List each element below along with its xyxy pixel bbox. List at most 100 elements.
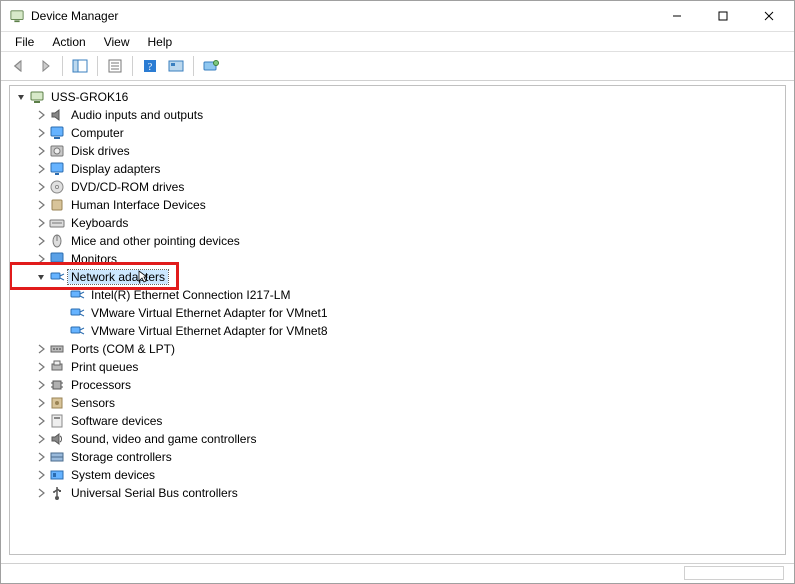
window-title: Device Manager [31, 9, 654, 23]
network-icon [69, 287, 85, 303]
chevron-right-icon[interactable] [34, 342, 48, 356]
network-icon [69, 323, 85, 339]
status-grip [684, 566, 784, 580]
cd-icon [49, 179, 65, 195]
mouse-icon [49, 233, 65, 249]
chevron-right-icon[interactable] [34, 234, 48, 248]
tree-item-label: VMware Virtual Ethernet Adapter for VMne… [88, 306, 331, 320]
chevron-right-icon[interactable] [34, 486, 48, 500]
menu-action[interactable]: Action [44, 33, 93, 51]
menubar: File Action View Help [1, 31, 794, 51]
app-icon [9, 8, 25, 24]
network-icon [49, 269, 65, 285]
computer-icon [29, 89, 45, 105]
minimize-button[interactable] [654, 1, 700, 31]
devices-view-button[interactable] [199, 54, 223, 78]
tree-item-label: DVD/CD-ROM drives [68, 180, 187, 194]
chevron-right-icon[interactable] [34, 252, 48, 266]
tree-item-label: Sensors [68, 396, 118, 410]
tree-item-cat-17[interactable]: System devices [10, 466, 785, 484]
chevron-right-icon[interactable] [34, 360, 48, 374]
device-tree[interactable]: USS-GROK16 Audio inputs and outputs Comput… [9, 85, 786, 555]
menu-view[interactable]: View [96, 33, 138, 51]
toolbar-separator [193, 56, 194, 76]
tree-item-cat-2[interactable]: Disk drives [10, 142, 785, 160]
scan-hardware-button[interactable] [164, 54, 188, 78]
tree-item-label: Keyboards [68, 216, 131, 230]
maximize-button[interactable] [700, 1, 746, 31]
tree-item-label: Processors [68, 378, 134, 392]
menu-help[interactable]: Help [140, 33, 181, 51]
tree-item-label: Disk drives [68, 144, 133, 158]
tree-item-cat-9-child-0[interactable]: Intel(R) Ethernet Connection I217-LM [10, 286, 785, 304]
tree-item-label: Human Interface Devices [68, 198, 209, 212]
chevron-right-icon[interactable] [34, 450, 48, 464]
nav-back-button[interactable] [7, 54, 31, 78]
menu-file[interactable]: File [7, 33, 42, 51]
hid-icon [49, 197, 65, 213]
tree-item-cat-9-child-2[interactable]: VMware Virtual Ethernet Adapter for VMne… [10, 322, 785, 340]
tree-item-label: Print queues [68, 360, 141, 374]
tree-item-cat-6[interactable]: Keyboards [10, 214, 785, 232]
tree-item-root[interactable]: USS-GROK16 [10, 88, 785, 106]
tree-item-cat-4[interactable]: DVD/CD-ROM drives [10, 178, 785, 196]
device-manager-window: Device Manager File Action View Help ? U… [0, 0, 795, 584]
tree-item-label: Sound, video and game controllers [68, 432, 259, 446]
toolbar-separator [132, 56, 133, 76]
tree-item-cat-11[interactable]: Print queues [10, 358, 785, 376]
chevron-right-icon[interactable] [34, 108, 48, 122]
monitor-icon [49, 251, 65, 267]
chevron-right-icon[interactable] [34, 180, 48, 194]
tree-item-cat-0[interactable]: Audio inputs and outputs [10, 106, 785, 124]
tree-item-cat-9-child-1[interactable]: VMware Virtual Ethernet Adapter for VMne… [10, 304, 785, 322]
tree-item-cat-18[interactable]: Universal Serial Bus controllers [10, 484, 785, 502]
chevron-right-icon[interactable] [34, 432, 48, 446]
tree-item-cat-15[interactable]: Sound, video and game controllers [10, 430, 785, 448]
tree-item-label: Audio inputs and outputs [68, 108, 206, 122]
software-icon [49, 413, 65, 429]
printer-icon [49, 359, 65, 375]
tree-item-label: USS-GROK16 [48, 90, 131, 104]
show-hide-tree-button[interactable] [68, 54, 92, 78]
chevron-right-icon[interactable] [34, 378, 48, 392]
tree-item-cat-16[interactable]: Storage controllers [10, 448, 785, 466]
tree-item-cat-13[interactable]: Sensors [10, 394, 785, 412]
tree-item-cat-5[interactable]: Human Interface Devices [10, 196, 785, 214]
chevron-right-icon[interactable] [34, 126, 48, 140]
window-controls [654, 1, 792, 31]
chevron-right-icon[interactable] [34, 396, 48, 410]
tree-item-cat-3[interactable]: Display adapters [10, 160, 785, 178]
svg-text:?: ? [148, 62, 153, 73]
network-icon [69, 305, 85, 321]
tree-item-label: Monitors [68, 252, 120, 266]
close-button[interactable] [746, 1, 792, 31]
help-button[interactable]: ? [138, 54, 162, 78]
properties-button[interactable] [103, 54, 127, 78]
chevron-right-icon[interactable] [34, 198, 48, 212]
disk-icon [49, 143, 65, 159]
chevron-right-icon[interactable] [34, 414, 48, 428]
processor-icon [49, 377, 65, 393]
tree-item-cat-8[interactable]: Monitors [10, 250, 785, 268]
tree-item-cat-12[interactable]: Processors [10, 376, 785, 394]
toolbar: ? [1, 51, 794, 81]
usb-icon [49, 485, 65, 501]
tree-item-cat-1[interactable]: Computer [10, 124, 785, 142]
statusbar [1, 563, 794, 583]
chevron-right-icon[interactable] [34, 162, 48, 176]
tree-item-cat-9[interactable]: Network adapters [10, 268, 785, 286]
titlebar: Device Manager [1, 1, 794, 31]
toolbar-separator [97, 56, 98, 76]
chevron-right-icon[interactable] [34, 144, 48, 158]
chevron-down-icon[interactable] [14, 90, 28, 104]
tree-item-cat-10[interactable]: Ports (COM & LPT) [10, 340, 785, 358]
tree-item-cat-7[interactable]: Mice and other pointing devices [10, 232, 785, 250]
chevron-down-icon[interactable] [34, 270, 48, 284]
chevron-right-icon[interactable] [34, 468, 48, 482]
toolbar-separator [62, 56, 63, 76]
keyboard-icon [49, 215, 65, 231]
chevron-right-icon[interactable] [34, 216, 48, 230]
tree-item-label: Computer [68, 126, 127, 140]
nav-forward-button[interactable] [33, 54, 57, 78]
tree-item-cat-14[interactable]: Software devices [10, 412, 785, 430]
